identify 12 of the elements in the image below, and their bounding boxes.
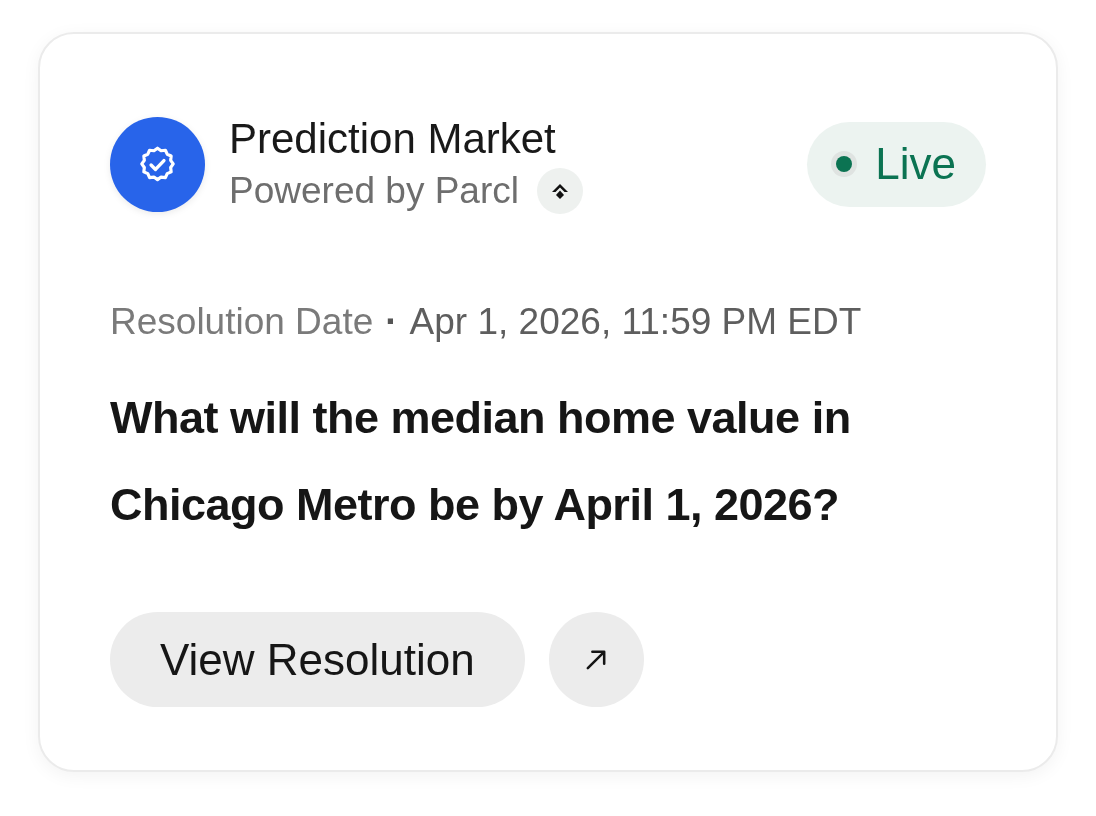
arrow-up-right-icon [586, 649, 607, 670]
resolution-label: Resolution Date [110, 300, 374, 344]
house-logo-icon [536, 168, 583, 214]
live-status-badge: Live [807, 121, 986, 207]
resolution-date: Apr 1, 2026, 11:59 PM EDT [409, 300, 862, 344]
verified-badge-icon [110, 116, 205, 212]
view-resolution-button[interactable]: View Resolution [110, 612, 525, 707]
separator-dot: · [385, 300, 398, 344]
market-title: Prediction Market [229, 114, 557, 164]
status-dot-icon [831, 151, 858, 177]
market-question: What will the median home value in Chicago Metro be by April 1, 2026? [110, 391, 852, 532]
powered-by-text: Powered by Parcl [229, 169, 519, 213]
